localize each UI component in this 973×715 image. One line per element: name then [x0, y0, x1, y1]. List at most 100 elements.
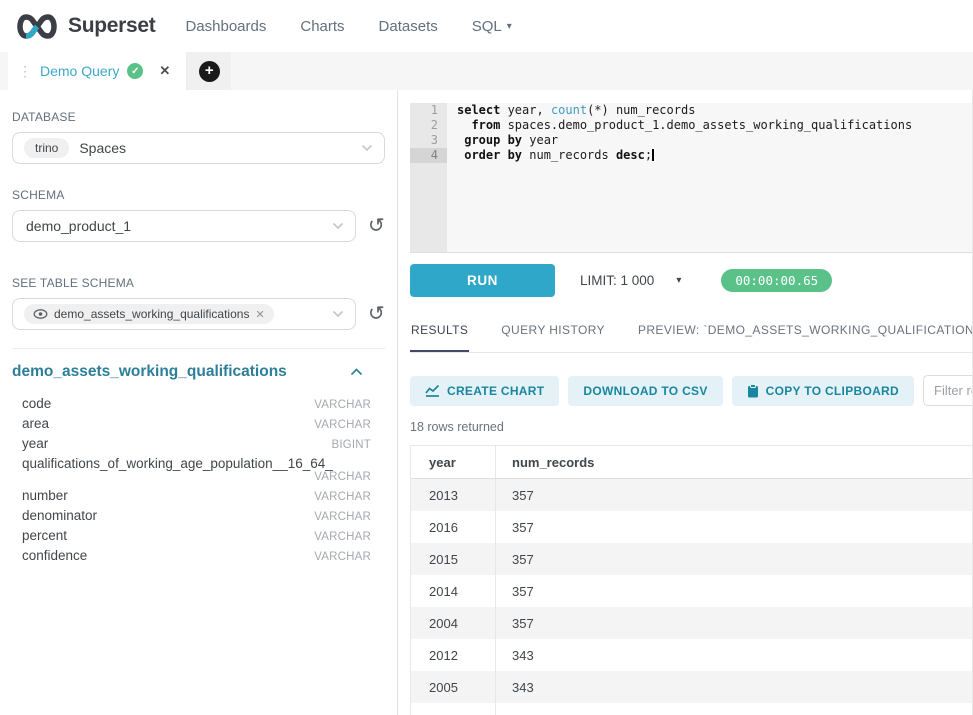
table-row: 2016357	[411, 511, 972, 543]
schema-label: SCHEMA	[12, 188, 385, 202]
column-name: year	[22, 436, 48, 451]
table-select[interactable]: demo_assets_working_qualifications ✕	[12, 298, 356, 330]
download-csv-button[interactable]: DOWNLOAD TO CSV	[568, 376, 722, 406]
cell-num-records: 357	[496, 616, 972, 631]
add-tab-button[interactable]: +	[187, 52, 231, 90]
collapse-table-icon[interactable]	[350, 363, 363, 381]
column-name: area	[22, 416, 49, 431]
text-cursor	[652, 149, 654, 161]
line-number: 2	[410, 118, 447, 133]
sqllab-sidebar: DATABASE trino Spaces SCHEMA demo_produc…	[0, 90, 398, 715]
cell-num-records: 357	[496, 520, 972, 535]
chart-line-icon	[425, 384, 440, 397]
clipboard-icon	[747, 384, 759, 398]
brand-name: Superset	[68, 14, 155, 38]
columns-list: codeVARCHARareaVARCHARyearBIGINTqualific…	[12, 393, 385, 565]
sql-editor-pane: 1234 select year, count(*) num_records f…	[398, 90, 973, 715]
cell-num-records: 357	[496, 584, 972, 599]
database-select[interactable]: trino Spaces	[12, 132, 385, 164]
column-name: confidence	[22, 548, 87, 563]
schema-name: demo_product_1	[26, 218, 131, 234]
nav-item-sql[interactable]: SQL▾	[472, 18, 512, 35]
nav-item-label: Dashboards	[185, 18, 266, 35]
schema-column-row: percentVARCHAR	[12, 525, 385, 545]
plus-icon: +	[199, 61, 220, 82]
cell-year: 2015	[411, 543, 496, 575]
database-label: DATABASE	[12, 110, 385, 124]
code-line: from spaces.demo_product_1.demo_assets_w…	[457, 118, 972, 133]
column-type: VARCHAR	[314, 471, 371, 483]
column-name: percent	[22, 528, 67, 543]
chevron-down-icon	[361, 144, 373, 152]
schema-column-row: denominatorVARCHAR	[12, 505, 385, 525]
column-name: denominator	[22, 508, 97, 523]
filter-results-input[interactable]	[923, 375, 973, 406]
remove-table-icon[interactable]: ✕	[255, 308, 264, 321]
nav-item-datasets[interactable]: Datasets	[379, 18, 438, 35]
results-table: year num_records 20133572016357201535720…	[410, 445, 972, 715]
copy-clipboard-button[interactable]: COPY TO CLIPBOARD	[732, 376, 914, 406]
nav-item-label: SQL	[472, 18, 502, 35]
create-chart-button[interactable]: CREATE CHART	[410, 376, 559, 406]
download-csv-label: DOWNLOAD TO CSV	[583, 384, 707, 398]
schema-column-row: areaVARCHAR	[12, 413, 385, 433]
selected-table-name: demo_assets_working_qualifications	[54, 307, 249, 321]
main-nav: Dashboards Charts Datasets SQL▾	[185, 18, 511, 35]
table-row: 2013357	[411, 479, 972, 511]
column-type: BIGINT	[331, 439, 371, 451]
table-row: 2012343	[411, 639, 972, 671]
query-tab-label: Demo Query	[40, 63, 119, 79]
results-tab-query-history[interactable]: QUERY HISTORY	[500, 305, 606, 352]
infinity-logo-icon	[14, 13, 60, 40]
line-number: 3	[410, 133, 447, 148]
cell-year: 2004	[411, 607, 496, 639]
caret-down-icon: ▾	[676, 275, 681, 286]
editor-gutter: 1234	[410, 103, 447, 252]
query-tab-strip: ⋮ Demo Query ✓ ✕ +	[0, 52, 973, 90]
column-name: number	[22, 488, 68, 503]
schema-select[interactable]: demo_product_1	[12, 210, 356, 242]
schema-column-row: confidenceVARCHAR	[12, 545, 385, 565]
nav-item-charts[interactable]: Charts	[300, 18, 344, 35]
run-button[interactable]: RUN	[410, 264, 555, 297]
table-row	[411, 703, 972, 715]
sidebar-divider	[12, 348, 385, 349]
column-header-num-records[interactable]: num_records	[496, 455, 972, 470]
cell-num-records: 343	[496, 680, 972, 695]
column-header-year[interactable]: year	[411, 446, 496, 478]
sql-code-editor[interactable]: 1234 select year, count(*) num_records f…	[410, 103, 972, 253]
refresh-schemas-icon[interactable]: ↻	[368, 216, 385, 236]
column-name: qualifications_of_working_age_population…	[22, 456, 333, 471]
create-chart-label: CREATE CHART	[447, 384, 544, 398]
rows-returned-text: 18 rows returned	[410, 420, 972, 434]
copy-clipboard-label: COPY TO CLIPBOARD	[766, 384, 899, 398]
schema-column-row: qualifications_of_working_age_population…	[12, 453, 385, 485]
selected-table-pill: demo_assets_working_qualifications ✕	[24, 304, 274, 324]
table-row: 2015357	[411, 543, 972, 575]
database-name: Spaces	[79, 140, 126, 156]
results-tab-preview[interactable]: PREVIEW: `DEMO_ASSETS_WORKING_QUALIFICAT…	[637, 305, 973, 352]
chevron-down-icon	[332, 222, 344, 230]
line-number: 1	[410, 103, 447, 118]
nav-item-dashboards[interactable]: Dashboards	[185, 18, 266, 35]
table-row: 2005343	[411, 671, 972, 703]
chevron-down-icon	[332, 310, 344, 318]
code-line: group by year	[457, 133, 972, 148]
results-tab-results[interactable]: RESULTS	[410, 305, 469, 352]
limit-value: 1 000	[621, 273, 655, 288]
nav-item-label: Datasets	[379, 18, 438, 35]
tab-demo-query[interactable]: ⋮ Demo Query ✓ ✕	[8, 52, 187, 90]
query-timer-badge: 00:00:00.65	[721, 269, 832, 292]
cell-year: 2012	[411, 639, 496, 671]
editor-toolbar: RUN LIMIT: 1 000 ▾ 00:00:00.65	[410, 264, 972, 297]
close-tab-icon[interactable]: ✕	[159, 63, 170, 79]
limit-dropdown[interactable]: LIMIT: 1 000 ▾	[580, 273, 681, 288]
editor-code-area[interactable]: select year, count(*) num_records from s…	[447, 103, 972, 252]
results-actions: CREATE CHART DOWNLOAD TO CSV COPY TO CLI…	[410, 375, 972, 406]
nav-item-label: Charts	[300, 18, 344, 35]
refresh-tables-icon[interactable]: ↻	[368, 304, 385, 324]
success-check-icon: ✓	[127, 63, 143, 79]
superset-logo[interactable]: Superset	[14, 13, 155, 40]
drag-handle-icon[interactable]: ⋮	[18, 63, 31, 80]
top-nav: Superset Dashboards Charts Datasets SQL▾	[0, 0, 973, 52]
